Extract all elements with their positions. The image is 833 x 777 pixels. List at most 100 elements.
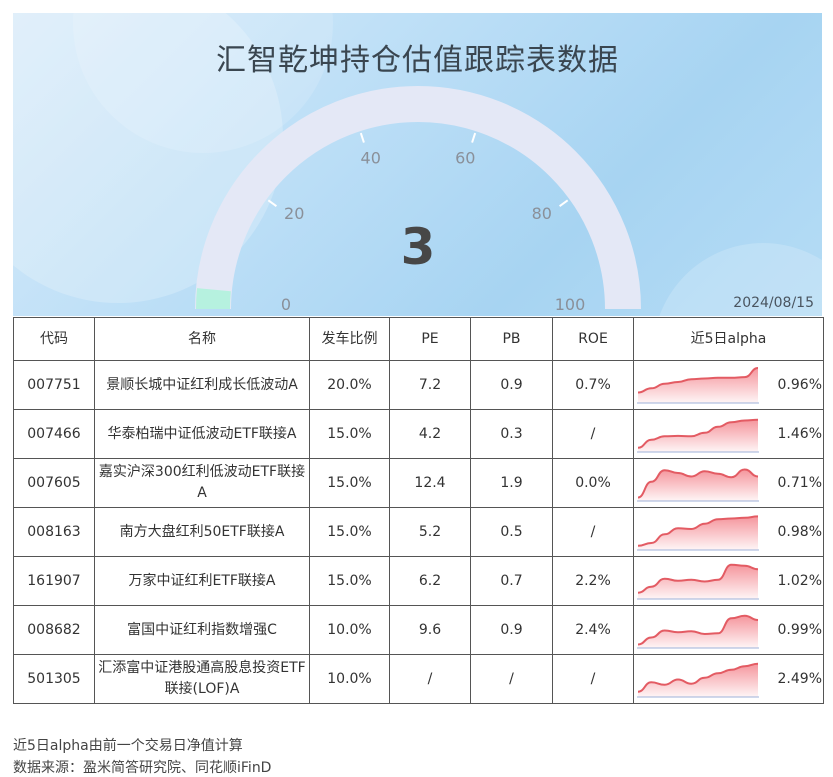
header-alpha: 近5日alpha xyxy=(633,317,824,361)
fund-code: 501305 xyxy=(13,654,95,704)
sparkline-area xyxy=(638,419,758,452)
table-row: 007751 景顺长城中证红利成长低波动A 20.0% 7.2 0.9 0.7%… xyxy=(13,360,824,410)
alpha-sparkline xyxy=(637,614,759,649)
date-label: 2024/08/15 xyxy=(733,295,814,311)
gauge-value: 3 xyxy=(400,218,436,276)
fund-ratio: 10.0% xyxy=(309,605,390,655)
fund-code: 007605 xyxy=(13,458,95,508)
fund-ratio: 15.0% xyxy=(309,556,390,606)
fund-pe: / xyxy=(389,654,471,704)
fund-roe: / xyxy=(552,409,634,459)
fund-code: 008682 xyxy=(13,605,95,655)
fund-roe: 0.7% xyxy=(552,360,634,410)
fund-roe: 2.2% xyxy=(552,556,634,606)
table-row: 008163 南方大盘红利50ETF联接A 15.0% 5.2 0.5 / 0.… xyxy=(13,507,824,557)
fund-pe: 9.6 xyxy=(389,605,471,655)
alpha-cell: 2.49% xyxy=(633,654,824,704)
gauge-tick xyxy=(359,132,365,143)
alpha-cell: 0.99% xyxy=(633,605,824,655)
header-code: 代码 xyxy=(13,317,95,361)
alpha-cell: 1.02% xyxy=(633,556,824,606)
table-row: 501305 汇添富中证港股通高股息投资ETF联接(LOF)A 10.0% / … xyxy=(13,654,824,704)
alpha-value: 0.96% xyxy=(777,377,822,393)
fund-pb: 0.7 xyxy=(470,556,553,606)
fund-pe: 4.2 xyxy=(389,409,471,459)
gauge-tick-label: 80 xyxy=(532,204,552,223)
gauge-tick-label: 40 xyxy=(361,148,381,167)
alpha-cell: 0.71% xyxy=(633,458,824,508)
alpha-value: 2.49% xyxy=(777,671,822,687)
data-source: 数据来源：盈米简答研究院、同花顺iFinD xyxy=(13,760,272,776)
gauge-track xyxy=(195,86,641,310)
alpha-cell: 0.96% xyxy=(633,360,824,410)
fund-pb: 0.9 xyxy=(470,360,553,410)
fund-ratio: 10.0% xyxy=(309,654,390,704)
fund-ratio: 15.0% xyxy=(309,507,390,557)
gauge-tick xyxy=(558,199,569,207)
fund-roe: 0.0% xyxy=(552,458,634,508)
gauge-tick xyxy=(267,199,278,207)
gauge-tick-label: 0 xyxy=(281,295,291,314)
gauge-tick-label: 60 xyxy=(455,148,475,167)
fund-roe: 2.4% xyxy=(552,605,634,655)
table-row: 007605 嘉实沪深300红利低波动ETF联接A 15.0% 12.4 1.9… xyxy=(13,458,824,508)
sparkline-area xyxy=(638,516,758,550)
gauge-tick-label: 20 xyxy=(284,204,304,223)
header-pe: PE xyxy=(389,317,471,361)
alpha-sparkline xyxy=(637,418,759,453)
fund-pe: 5.2 xyxy=(389,507,471,557)
fund-code: 008163 xyxy=(13,507,95,557)
fund-pb: 0.3 xyxy=(470,409,553,459)
alpha-sparkline xyxy=(637,515,759,551)
fund-code: 007751 xyxy=(13,360,95,410)
fund-name: 富国中证红利指数增强C xyxy=(94,605,310,655)
table-row: 161907 万家中证红利ETF联接A 15.0% 6.2 0.7 2.2% 1… xyxy=(13,556,824,606)
fund-ratio: 15.0% xyxy=(309,409,390,459)
header-banner: 汇智乾坤持仓估值跟踪表数据 0 20 40 60 80 100 3 2024/08/15 xyxy=(13,13,822,316)
fund-name: 嘉实沪深300红利低波动ETF联接A xyxy=(94,458,310,508)
alpha-cell: 1.46% xyxy=(633,409,824,459)
alpha-value: 0.71% xyxy=(777,475,822,491)
fund-pe: 12.4 xyxy=(389,458,471,508)
gauge-tick xyxy=(471,132,477,143)
alpha-value: 0.99% xyxy=(777,622,822,638)
fund-code: 161907 xyxy=(13,556,95,606)
fund-code: 007466 xyxy=(13,409,95,459)
fund-pb: 0.5 xyxy=(470,507,553,557)
table-header-row: 代码 名称 发车比例 PE PB ROE 近5日alpha xyxy=(13,317,824,361)
alpha-sparkline xyxy=(637,367,759,404)
fund-pe: 7.2 xyxy=(389,360,471,410)
holdings-table: 代码 名称 发车比例 PE PB ROE 近5日alpha 007751 景顺长… xyxy=(13,317,824,704)
fund-pb: 0.9 xyxy=(470,605,553,655)
header-ratio: 发车比例 xyxy=(309,317,390,361)
gauge-fill xyxy=(196,288,231,310)
fund-pe: 6.2 xyxy=(389,556,471,606)
alpha-value: 1.02% xyxy=(777,573,822,589)
fund-name: 汇添富中证港股通高股息投资ETF联接(LOF)A xyxy=(94,654,310,704)
fund-ratio: 15.0% xyxy=(309,458,390,508)
sparkline-area xyxy=(638,368,758,403)
header-roe: ROE xyxy=(552,317,634,361)
fund-name: 景顺长城中证红利成长低波动A xyxy=(94,360,310,410)
alpha-sparkline xyxy=(637,468,759,502)
fund-pb: / xyxy=(470,654,553,704)
footnote: 近5日alpha由前一个交易日净值计算 xyxy=(13,738,243,754)
sparkline-area xyxy=(638,564,758,599)
fund-name: 万家中证红利ETF联接A xyxy=(94,556,310,606)
alpha-cell: 0.98% xyxy=(633,507,824,557)
alpha-value: 1.46% xyxy=(777,426,822,442)
fund-name: 华泰柏瑞中证低波动ETF联接A xyxy=(94,409,310,459)
header-pb: PB xyxy=(470,317,553,361)
alpha-sparkline xyxy=(637,662,759,698)
fund-roe: / xyxy=(552,507,634,557)
alpha-sparkline xyxy=(637,563,759,600)
fund-pb: 1.9 xyxy=(470,458,553,508)
header-name: 名称 xyxy=(94,317,310,361)
fund-name: 南方大盘红利50ETF联接A xyxy=(94,507,310,557)
fund-roe: / xyxy=(552,654,634,704)
gauge-tick-label: 100 xyxy=(555,295,586,314)
table-row: 007466 华泰柏瑞中证低波动ETF联接A 15.0% 4.2 0.3 / 1… xyxy=(13,409,824,459)
alpha-value: 0.98% xyxy=(777,524,822,540)
fund-ratio: 20.0% xyxy=(309,360,390,410)
table-row: 008682 富国中证红利指数增强C 10.0% 9.6 0.9 2.4% 0.… xyxy=(13,605,824,655)
